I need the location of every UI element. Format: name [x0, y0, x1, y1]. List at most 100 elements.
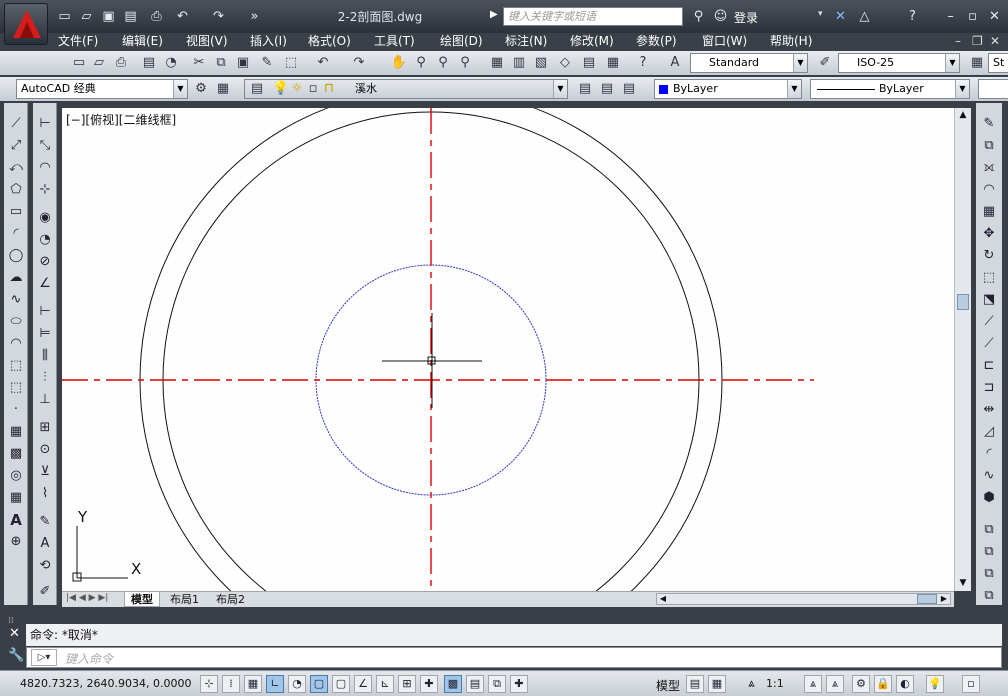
table-style-select[interactable]: St [988, 53, 1008, 73]
polygon-icon[interactable]: ⬠ [7, 181, 25, 199]
publish-icon[interactable]: ▤ [140, 54, 158, 72]
maximize-icon[interactable]: ▫ [964, 8, 981, 25]
save-as-icon[interactable]: ▤ [122, 8, 139, 25]
workspace-toggle-icon[interactable]: ▦ [214, 80, 232, 98]
menu-modify[interactable]: 修改(M) [570, 33, 614, 50]
layer-state-icon[interactable]: ▤ [620, 80, 638, 98]
inspection-icon[interactable]: ⊻ [36, 463, 54, 481]
lock-ui-icon[interactable]: 🔒 [874, 675, 892, 693]
multiline-text-icon[interactable]: A [7, 511, 25, 529]
command-customize-icon[interactable]: 🔧 [8, 648, 24, 663]
draworder-front-icon[interactable]: ⧉ [980, 521, 998, 539]
ellipse-arc-icon[interactable]: ◠ [7, 335, 25, 353]
linear-dim-icon[interactable]: ⊢ [36, 115, 54, 133]
design-center-icon[interactable]: ▥ [510, 54, 528, 72]
polyline-icon[interactable]: ⤺ [7, 159, 25, 177]
menu-draw[interactable]: 绘图(D) [440, 33, 483, 50]
scroll-left-icon[interactable]: ◀ [657, 594, 669, 604]
workspace-select[interactable]: AutoCAD 经典 ▼ [16, 79, 188, 99]
scroll-right-icon[interactable]: ▶ [938, 594, 950, 604]
menu-edit[interactable]: 编辑(E) [122, 33, 163, 50]
horizontal-scrollbar[interactable]: ◀ ▶ [656, 593, 951, 605]
scale-icon[interactable]: ⬚ [980, 269, 998, 287]
make-current-layer-icon[interactable]: ▤ [576, 80, 594, 98]
copy-object-icon[interactable]: ⧉ [980, 137, 998, 155]
arc-length-icon[interactable]: ◠ [36, 159, 54, 177]
rotate-icon[interactable]: ↻ [980, 247, 998, 265]
markup-icon[interactable]: ▤ [580, 54, 598, 72]
undo-icon[interactable]: ↶ [174, 8, 191, 25]
center-mark-icon[interactable]: ⊙ [36, 441, 54, 459]
region-icon[interactable]: ◎ [7, 467, 25, 485]
gradient-icon[interactable]: ▩ [7, 445, 25, 463]
annotation-monitor-toggle[interactable]: ✚ [510, 675, 528, 693]
explode-icon[interactable]: ⬢ [980, 489, 998, 507]
ordinate-dim-icon[interactable]: ⊹ [36, 181, 54, 199]
zoom-realtime-icon[interactable]: ⚲ [412, 54, 430, 72]
command-close-icon[interactable]: ✕ [9, 626, 20, 641]
menu-dimension[interactable]: 标注(N) [505, 33, 547, 50]
polar-toggle[interactable]: ◔ [288, 675, 306, 693]
ducs-toggle[interactable]: ⊾ [376, 675, 394, 693]
chamfer-icon[interactable]: ◿ [980, 423, 998, 441]
continue-dim-icon[interactable]: ⫼ [36, 347, 54, 365]
baseline-dim-icon[interactable]: ⊨ [36, 325, 54, 343]
paste-icon[interactable]: ▣ [234, 54, 252, 72]
zoom-previous-icon[interactable]: ⚲ [456, 54, 474, 72]
command-prompt-icon[interactable]: ▷▾ [31, 649, 57, 666]
sheet-set-icon[interactable]: ◇ [556, 54, 574, 72]
properties-icon[interactable]: ▦ [488, 54, 506, 72]
auto-scale-icon[interactable]: ⩓ [826, 675, 844, 693]
jogged-linear-icon[interactable]: ⌇ [36, 485, 54, 503]
tab-model[interactable]: 模型 [124, 592, 160, 607]
doc-close-icon[interactable]: ✕ [990, 33, 1000, 50]
erase-icon[interactable]: ✎ [980, 115, 998, 133]
clean-screen-icon[interactable]: ▫ [962, 675, 980, 693]
model-space-button[interactable]: 模型 [656, 677, 680, 694]
break-icon[interactable]: ⊐ [980, 379, 998, 397]
draworder-under-icon[interactable]: ⧉ [980, 587, 998, 605]
layer-previous-icon[interactable]: ▤ [598, 80, 616, 98]
help-tb-icon[interactable]: ? [634, 54, 652, 72]
redo-tb-icon[interactable]: ↷ [350, 54, 368, 72]
close-icon[interactable]: ✕ [986, 8, 1003, 25]
doc-minimize-icon[interactable]: – [955, 33, 961, 50]
layer-select[interactable]: 溪水 ▼ [244, 79, 568, 99]
tab-nav-arrows-icon[interactable]: |◀ ◀ ▶ ▶| [66, 593, 108, 603]
doc-restore-icon[interactable]: ❐ [972, 33, 983, 50]
radius-dim-icon[interactable]: ◉ [36, 209, 54, 227]
coordinates-readout[interactable]: 4820.7323, 2640.9034, 0.0000 [20, 677, 191, 690]
tolerance-icon[interactable]: ⊞ [36, 419, 54, 437]
vertical-scrollbar[interactable]: ▲ ▼ [954, 108, 971, 591]
command-input[interactable]: ▷▾ 键入命令 [26, 647, 1002, 668]
horizontal-scroll-thumb[interactable] [917, 594, 937, 604]
viewport-controls-label[interactable]: [−][俯视][二维线框] [66, 111, 176, 128]
point-icon[interactable]: · [7, 401, 25, 419]
table-style-icon[interactable]: ▦ [968, 54, 986, 72]
scroll-down-icon[interactable]: ▼ [955, 576, 971, 590]
insert-block-icon[interactable]: ⬚ [7, 357, 25, 375]
plot-icon[interactable]: ⎙ [148, 8, 165, 25]
spline-icon[interactable]: ∿ [7, 291, 25, 309]
tab-layout2[interactable]: 布局2 [210, 592, 251, 607]
dim-edit-icon[interactable]: ✎ [36, 513, 54, 531]
exchange-icon[interactable]: ✕ [832, 8, 849, 25]
transparency-toggle[interactable]: ▩ [444, 675, 462, 693]
3d-dwf-icon[interactable]: ◔ [162, 54, 180, 72]
trim-icon[interactable]: ⟋ [980, 313, 998, 331]
text-style-select[interactable]: Standard ▼ [690, 53, 808, 73]
aligned-dim-icon[interactable]: ⤡ [36, 137, 54, 155]
color-select[interactable]: ByLayer ▼ [654, 79, 802, 99]
dim-style-tb-icon[interactable]: ✐ [36, 583, 54, 601]
fillet-icon[interactable]: ◜ [980, 445, 998, 463]
menu-format[interactable]: 格式(O) [308, 33, 351, 50]
menu-window[interactable]: 窗口(W) [702, 33, 747, 50]
menu-insert[interactable]: 插入(I) [250, 33, 287, 50]
workspace-settings-icon[interactable]: ⚙ [192, 80, 210, 98]
draworder-back-icon[interactable]: ⧉ [980, 543, 998, 561]
tool-palettes-icon[interactable]: ▧ [532, 54, 550, 72]
lineweight-toggle[interactable]: ✚ [420, 675, 438, 693]
open-file-icon[interactable]: ▱ [90, 54, 108, 72]
vertical-scroll-thumb[interactable] [957, 294, 969, 310]
arc-icon[interactable]: ◜ [7, 225, 25, 243]
